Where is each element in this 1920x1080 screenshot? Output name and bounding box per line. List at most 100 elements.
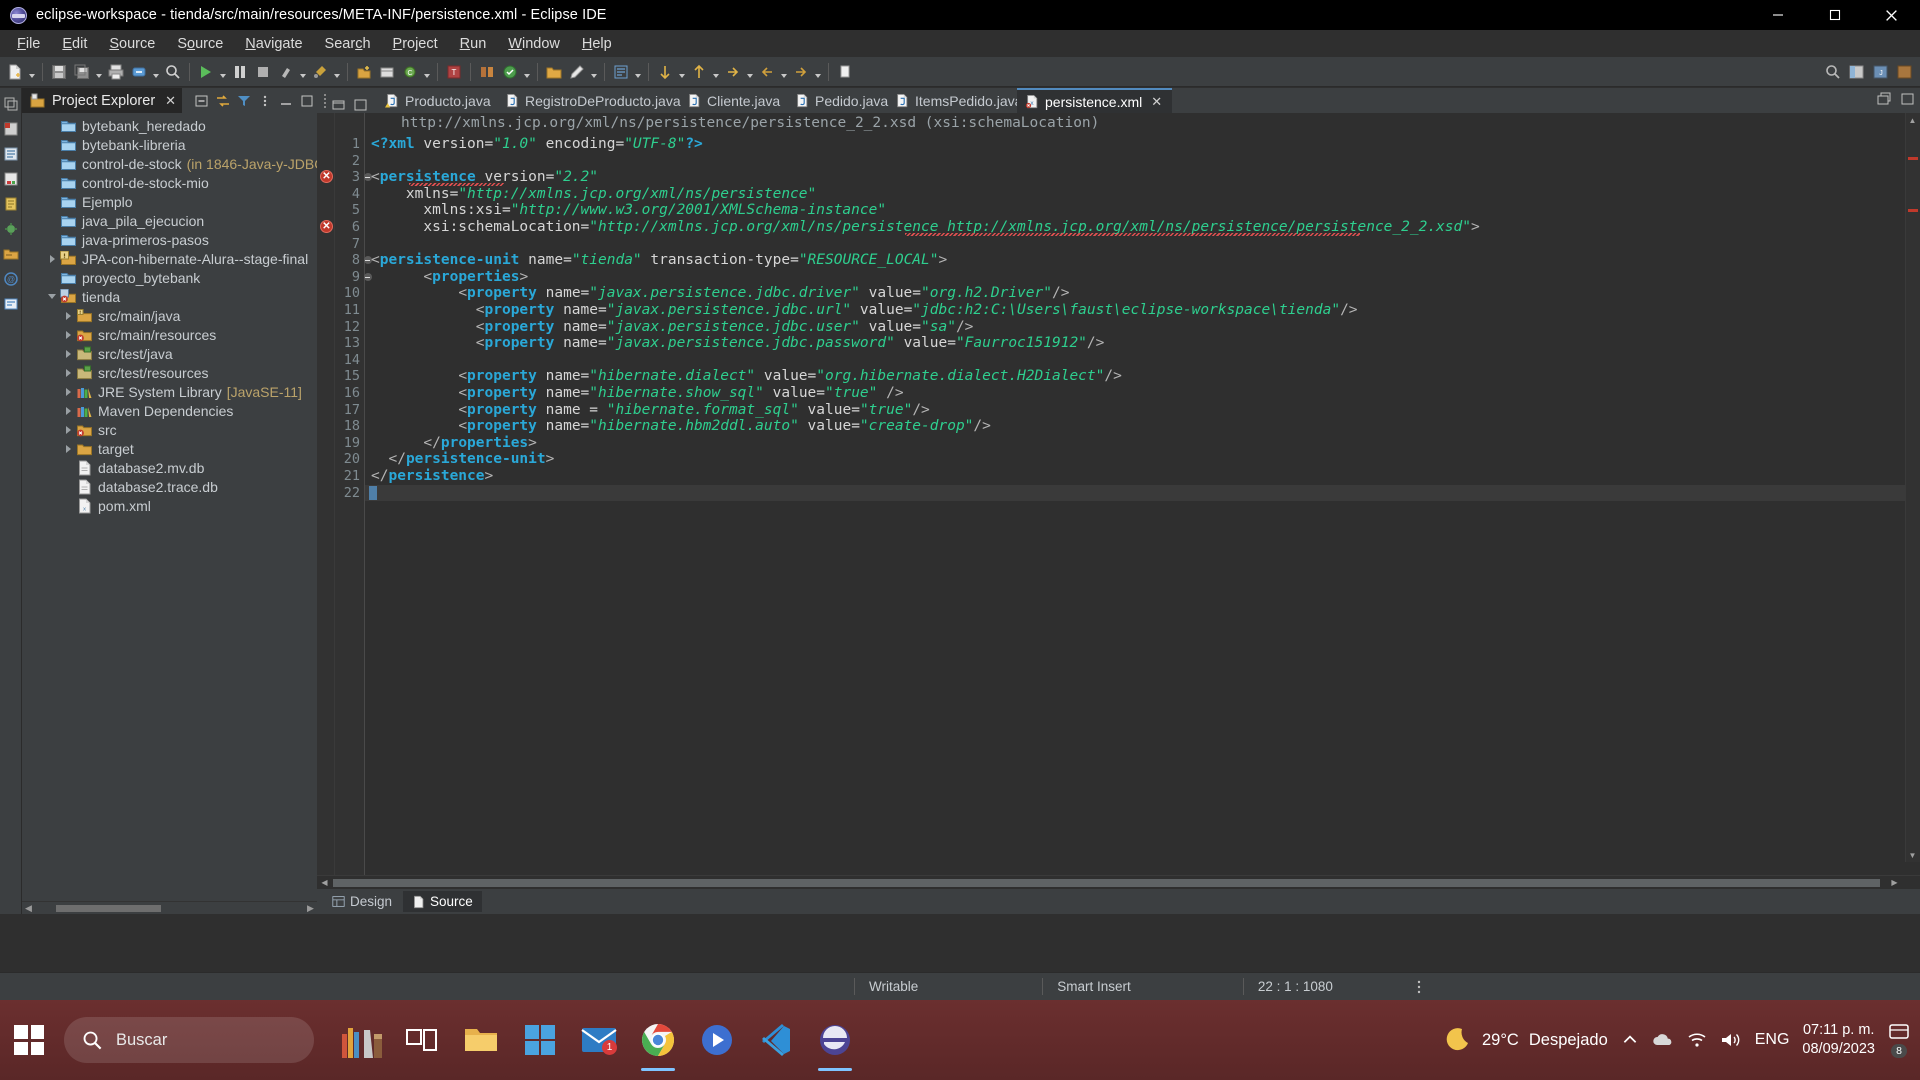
tree-item-target[interactable]: target — [22, 439, 317, 458]
menu-window[interactable]: Window — [497, 33, 571, 55]
external-tools-dropdown-icon[interactable] — [332, 61, 342, 83]
editor-scroll-left-icon[interactable]: ◀ — [317, 878, 332, 887]
project-tree[interactable]: bytebank_heredado bytebank-libreria contro… — [22, 113, 317, 901]
taskbar-app-file-explorer[interactable] — [454, 1009, 508, 1071]
code-line[interactable]: xmlns:xsi="http://www.w3.org/2001/XMLSch… — [371, 202, 886, 219]
notification-center-button[interactable]: 8 — [1888, 1022, 1910, 1058]
code-line[interactable]: <property name="javax.persistence.jdbc.u… — [371, 302, 1358, 319]
error-marker-overview-1[interactable] — [1908, 157, 1918, 160]
tree-twisty-collapsed-icon[interactable] — [60, 363, 76, 382]
show-hidden-icons-button[interactable] — [1621, 1031, 1639, 1049]
restore-view-icon[interactable] — [3, 96, 19, 112]
tree-item-tienda[interactable]: tienda — [22, 287, 317, 306]
taskbar-app-paint-store[interactable] — [336, 1009, 390, 1071]
link-with-editor-icon[interactable] — [215, 93, 231, 109]
edit-pencil-icon[interactable] — [566, 61, 588, 83]
console-view-icon[interactable] — [3, 296, 19, 312]
menu-search[interactable]: Search — [314, 33, 382, 55]
tree-item-java-pila-ejecucion[interactable]: java_pila_ejecucion — [22, 211, 317, 230]
code-line[interactable]: <properties> — [371, 269, 528, 286]
last-edit-dropdown-icon[interactable] — [745, 61, 755, 83]
tree-item-jpa-con-hibernate-alura-stage-final[interactable]: JPA-con-hibernate-Alura--stage-final — [22, 249, 317, 268]
tree-item-maven-dependencies[interactable]: Maven Dependencies — [22, 401, 317, 420]
tree-twisty-collapsed-icon[interactable] — [60, 420, 76, 439]
menu-source-1[interactable]: Source — [98, 33, 166, 55]
run-dropdown-icon[interactable] — [218, 61, 228, 83]
taskbar-app-mail[interactable]: 1 — [572, 1009, 626, 1071]
taskbar-clock[interactable]: 07:11 p. m. 08/09/2023 — [1802, 1021, 1875, 1059]
project-explorer-tab[interactable]: Project Explorer ✕ — [22, 88, 183, 113]
new-class-dropdown-icon[interactable] — [422, 61, 432, 83]
external-tools-icon[interactable] — [309, 61, 331, 83]
taskbar-app-microsoft-store[interactable] — [513, 1009, 567, 1071]
tree-item-bytebank-libreria[interactable]: bytebank-libreria — [22, 135, 317, 154]
maximize-button[interactable] — [1806, 0, 1863, 30]
error-marker-icon[interactable]: ✕ — [320, 170, 333, 184]
print-icon[interactable] — [105, 61, 127, 83]
tree-item-src-test-java[interactable]: src/test/java — [22, 344, 317, 363]
tree-item-database2-mv-db[interactable]: database2.mv.db — [22, 458, 317, 477]
run-icon[interactable] — [195, 61, 217, 83]
page-tab-source[interactable]: Source — [403, 891, 482, 912]
back-icon[interactable] — [756, 61, 778, 83]
open-perspective-button[interactable] — [1846, 61, 1868, 83]
code-line[interactable]: <property name = "hibernate.format_sql" … — [371, 402, 929, 419]
onedrive-icon[interactable] — [1652, 1031, 1674, 1049]
taskbar-app-media-player[interactable] — [690, 1009, 744, 1071]
maximize-view-icon[interactable] — [299, 93, 315, 109]
save-all-icon[interactable] — [71, 61, 93, 83]
view-filter-icon[interactable] — [236, 93, 252, 109]
editor-code-content[interactable]: http://xmlns.jcp.org/xml/ns/persistence/… — [365, 113, 1920, 875]
forward-icon[interactable] — [790, 61, 812, 83]
tree-item-database2-trace-db[interactable]: database2.trace.db — [22, 477, 317, 496]
menu-edit[interactable]: Edit — [51, 33, 98, 55]
editor-marker-gutter[interactable]: ✕ ✕ — [317, 113, 335, 875]
tasks-view-icon[interactable] — [3, 196, 19, 212]
tree-item-src-test-resources[interactable]: src/test/resources — [22, 363, 317, 382]
tree-item-proyecto-bytebank[interactable]: proyecto_bytebank — [22, 268, 317, 287]
code-line[interactable]: <property name="hibernate.hbm2ddl.auto" … — [371, 418, 991, 435]
problems-view-icon[interactable] — [3, 171, 19, 187]
tree-twisty-collapsed-icon[interactable] — [60, 344, 76, 363]
suspend-icon[interactable] — [229, 61, 251, 83]
error-marker-icon[interactable]: ✕ — [320, 220, 333, 233]
next-annotation-icon[interactable] — [654, 61, 676, 83]
editor-tab-close-icon[interactable]: ✕ — [1151, 94, 1162, 110]
scroll-thumb[interactable] — [56, 905, 161, 912]
editor-tab-registrodeproducto-java[interactable]: RegistroDeProducto.java — [497, 88, 681, 113]
tree-item-jre-system-library[interactable]: JRE System Library [JavaSE-11] — [22, 382, 317, 401]
pin-editor-icon[interactable] — [834, 61, 856, 83]
code-line[interactable]: <property name="javax.persistence.jdbc.d… — [371, 285, 1069, 302]
annotations-view-icon[interactable]: @ — [3, 271, 19, 287]
tree-twisty-collapsed-icon[interactable] — [60, 401, 76, 420]
tree-twisty-collapsed-icon[interactable] — [44, 249, 60, 268]
close-button[interactable] — [1863, 0, 1920, 30]
maximize-editor-icon[interactable] — [353, 97, 369, 113]
open-book-icon[interactable] — [476, 61, 498, 83]
tree-item-src[interactable]: src — [22, 420, 317, 439]
page-tab-design[interactable]: Design — [323, 891, 401, 912]
view-menu-icon[interactable] — [257, 93, 273, 109]
code-line[interactable]: <property name="hibernate.show_sql" valu… — [371, 385, 903, 402]
open-type-icon[interactable]: T — [443, 61, 465, 83]
editor-horizontal-scrollbar[interactable]: ◀ ▶ — [317, 875, 1920, 889]
edit-dropdown-icon[interactable] — [589, 61, 599, 83]
menu-project[interactable]: Project — [382, 33, 449, 55]
editor-tab-pedido-java[interactable]: Pedido.java — [787, 88, 888, 113]
editor-scroll-thumb[interactable] — [333, 879, 1880, 887]
code-line[interactable]: <property name="javax.persistence.jdbc.u… — [371, 319, 974, 336]
coverage-dropdown-icon[interactable] — [298, 61, 308, 83]
weather-widget[interactable]: 29°C Despejado — [1442, 1025, 1608, 1055]
open-task-icon[interactable] — [610, 61, 632, 83]
forward-dropdown-icon[interactable] — [813, 61, 823, 83]
back-dropdown-icon[interactable] — [779, 61, 789, 83]
java-perspective-button[interactable]: J — [1870, 61, 1892, 83]
new-java-project-icon[interactable] — [353, 61, 375, 83]
minimize-editor-icon[interactable] — [331, 97, 347, 113]
tree-item-control-de-stock[interactable]: control-de-stock(in 1846-Java-y-JDBC-Tra… — [22, 154, 317, 173]
collapse-all-icon[interactable] — [194, 93, 210, 109]
last-edit-location-icon[interactable] — [722, 61, 744, 83]
taskbar-app-task-view[interactable] — [395, 1009, 449, 1071]
menu-run[interactable]: Run — [449, 33, 498, 55]
maximize-editor-right-icon[interactable] — [1900, 91, 1916, 107]
